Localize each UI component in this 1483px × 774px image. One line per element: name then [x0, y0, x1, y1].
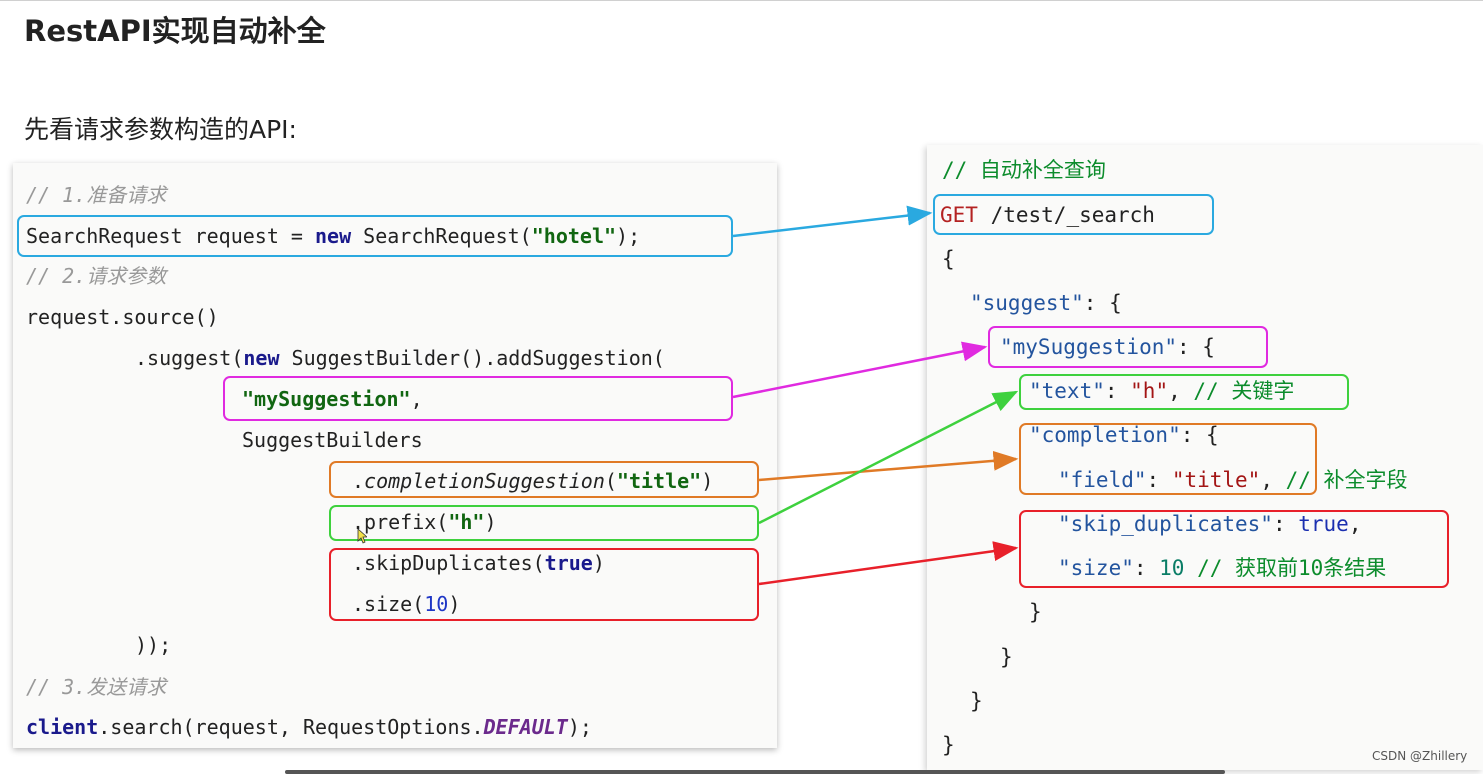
java-line-suggest: .suggest(new SuggestBuilder().addSuggest… [135, 346, 665, 370]
java-line-client-search: client.search(request, RequestOptions.DE… [26, 715, 592, 739]
java-line-close: )); [135, 633, 172, 657]
dsl-close-completion: } [1029, 600, 1042, 624]
highlight-completion-box [329, 461, 759, 498]
java-line-source: request.source() [26, 305, 219, 329]
java-comment-params: // 2.请求参数 [26, 264, 167, 288]
page-subtitle: 先看请求参数构造的API: [24, 115, 297, 144]
java-comment-prepare: // 1.准备请求 [26, 183, 167, 207]
highlight-prefix-box [329, 505, 759, 541]
java-line-suggestbuilders: SuggestBuilders [242, 428, 423, 452]
highlight-get-box [933, 194, 1214, 235]
highlight-request-box [17, 215, 733, 257]
highlight-skip-size-box [329, 548, 759, 621]
top-border [0, 0, 1483, 1]
mouse-cursor-icon [357, 528, 367, 544]
dsl-close-suggest: } [970, 689, 983, 713]
highlight-dsl-text-box [1019, 374, 1349, 410]
highlight-mysuggestion-box [223, 376, 733, 421]
horizontal-scrollbar[interactable] [285, 770, 1225, 774]
highlight-dsl-skip-size-box [1019, 510, 1449, 588]
dsl-close-mysuggestion: } [1000, 645, 1013, 669]
highlight-dsl-completion-box [1019, 423, 1317, 495]
csdn-watermark: CSDN @Zhillery [1372, 749, 1468, 763]
highlight-dsl-mysuggestion-box [988, 326, 1268, 368]
dsl-comment: // 自动补全查询 [942, 158, 1106, 182]
dsl-open-brace: { [942, 247, 955, 271]
java-comment-send: // 3.发送请求 [26, 675, 167, 699]
dsl-close-root: } [942, 733, 955, 757]
page-title: RestAPI实现自动补全 [24, 14, 326, 48]
dsl-suggest-line: "suggest": { [970, 291, 1122, 315]
